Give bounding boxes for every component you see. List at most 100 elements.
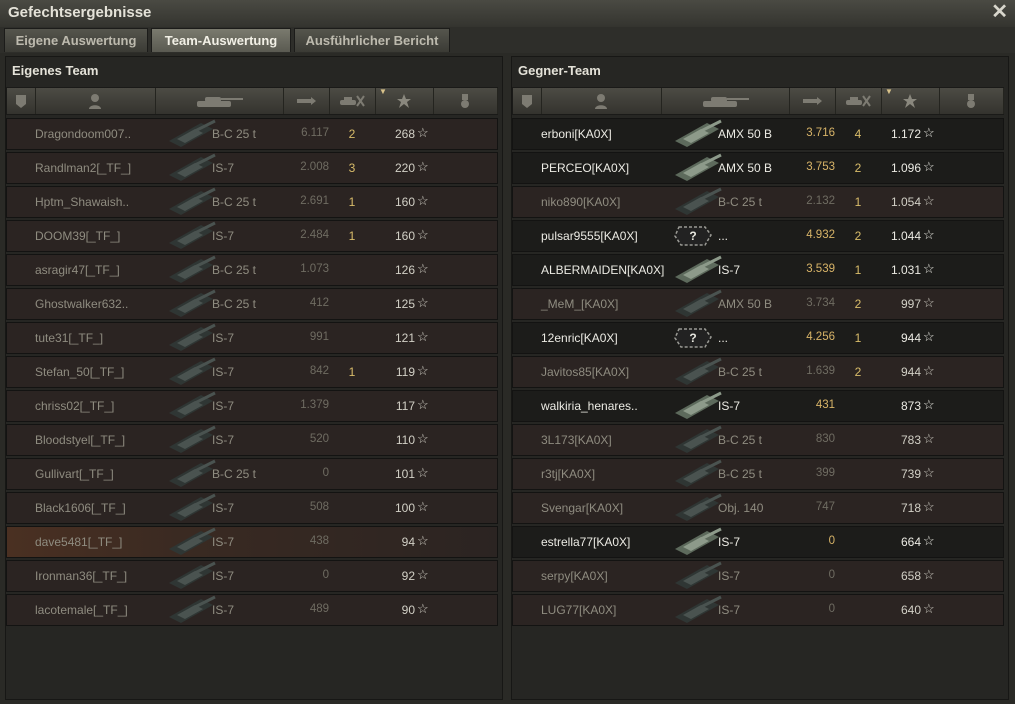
column-xp-star[interactable]: ▼: [881, 87, 940, 114]
sort-arrow-icon: ▼: [885, 87, 893, 96]
player-row[interactable]: 12enric[KA0X]?... 4.256 1 944 ☆: [512, 322, 1004, 354]
player-row[interactable]: Gullivart[_TF_] B-C 25 t 0 101 ☆: [6, 458, 498, 490]
player-row[interactable]: tute31[_TF_] IS-7 991 121 ☆: [6, 322, 498, 354]
player-row[interactable]: Bloodstyel[_TF_] IS-7 520 110 ☆: [6, 424, 498, 456]
xp-value: 90: [401, 603, 415, 617]
vehicle-name: IS-7: [718, 535, 741, 549]
player-name: DOOM39[_TF_]: [35, 229, 121, 243]
player-list: Dragondoom007.. B-C 25 t 6.117 2 268 ☆ Randlma…: [6, 118, 498, 628]
tank-icon: [671, 493, 723, 523]
player-row[interactable]: DOOM39[_TF_] IS-7 2.484 1 160 ☆: [6, 220, 498, 252]
player-name: LUG77[KA0X]: [541, 603, 617, 617]
column-player[interactable]: [541, 88, 662, 114]
tank-icon: [165, 323, 217, 353]
player-row[interactable]: asragir47[_TF_] B-C 25 t 1.073 126 ☆: [6, 254, 498, 286]
xp-value: 739: [900, 467, 921, 481]
player-row[interactable]: erboni[KA0X] AMX 50 B 3.716 4 1.172 ☆: [512, 118, 1004, 150]
kills-value: 1: [348, 229, 356, 243]
xp-value: 783: [900, 433, 921, 447]
player-name: 12enric[KA0X]: [541, 331, 618, 345]
xp-value: 944: [900, 331, 921, 345]
tab-team-auswertung[interactable]: Team-Auswertung: [151, 28, 291, 52]
panel-title: Eigenes Team: [12, 63, 99, 78]
column-vehicle[interactable]: [661, 88, 790, 114]
player-row[interactable]: Ghostwalker632.. B-C 25 t 412 125 ☆: [6, 288, 498, 320]
close-icon[interactable]: ✕: [991, 1, 1008, 23]
player-row[interactable]: Randlman2[_TF_] IS-7 2.008 3 220 ☆: [6, 152, 498, 184]
column-vehicle[interactable]: [155, 88, 284, 114]
player-row[interactable]: Stefan_50[_TF_] IS-7 842 1 119 ☆: [6, 356, 498, 388]
player-row[interactable]: chriss02[_TF_] IS-7 1.379 117 ☆: [6, 390, 498, 422]
vehicle-name: IS-7: [718, 263, 741, 277]
kills-value: 1: [854, 195, 862, 209]
player-row[interactable]: LUG77[KA0X] IS-7 0 640 ☆: [512, 594, 1004, 626]
player-row[interactable]: Svengar[KA0X] Obj. 140 747 718 ☆: [512, 492, 1004, 524]
star-icon: ☆: [923, 601, 935, 616]
vehicle-name: IS-7: [212, 569, 235, 583]
player-row[interactable]: Dragondoom007.. B-C 25 t 6.117 2 268 ☆: [6, 118, 498, 150]
star-icon: ☆: [923, 363, 935, 378]
star-icon: ☆: [417, 431, 429, 446]
tank-icon: [671, 391, 723, 421]
damage-value: 3.734: [806, 297, 835, 309]
column-xp-star[interactable]: ▼: [375, 87, 434, 114]
column-platoon[interactable]: [7, 88, 36, 114]
player-row[interactable]: estrella77[KA0X] IS-7 0 664 ☆: [512, 526, 1004, 558]
kills-value: 2: [854, 365, 862, 379]
vehicle-name: IS-7: [212, 501, 235, 515]
kills-value: 2: [854, 161, 862, 175]
xp-value: 997: [900, 297, 921, 311]
column-damage[interactable]: [789, 88, 836, 114]
player-row[interactable]: ALBERMAIDEN[KA0X] IS-7 3.539 1 1.031 ☆: [512, 254, 1004, 286]
vehicle-name: IS-7: [212, 365, 235, 379]
tank-icon: [165, 357, 217, 387]
tank-icon: [671, 187, 723, 217]
star-icon: ☆: [417, 159, 429, 174]
xp-value: 160: [394, 229, 415, 243]
column-damage[interactable]: [283, 88, 330, 114]
damage-value: 3.539: [806, 263, 835, 275]
player-row[interactable]: Javitos85[KA0X] B-C 25 t 1.639 2 944 ☆: [512, 356, 1004, 388]
tank-icon: [671, 459, 723, 489]
player-name: Javitos85[KA0X]: [541, 365, 630, 379]
player-row[interactable]: PERCEO[KA0X] AMX 50 B 3.753 2 1.096 ☆: [512, 152, 1004, 184]
tab-ausfuehrlicher-bericht[interactable]: Ausführlicher Bericht: [294, 28, 450, 52]
vehicle-name: B-C 25 t: [718, 365, 763, 379]
kills-value: 3: [348, 161, 356, 175]
xp-value: 1.044: [890, 229, 921, 243]
player-row[interactable]: serpy[KA0X] IS-7 0 658 ☆: [512, 560, 1004, 592]
kills-value: 4: [854, 127, 862, 141]
tank-icon: [165, 221, 217, 251]
player-row[interactable]: Ironman36[_TF_] IS-7 0 92 ☆: [6, 560, 498, 592]
player-row[interactable]: 3L173[KA0X] B-C 25 t 830 783 ☆: [512, 424, 1004, 456]
player-row[interactable]: lacotemale[_TF_] IS-7 489 90 ☆: [6, 594, 498, 626]
star-icon: ☆: [923, 567, 935, 582]
player-row[interactable]: Hptm_Shawaish.. B-C 25 t 2.691 1 160 ☆: [6, 186, 498, 218]
column-kills[interactable]: [835, 88, 882, 114]
unknown-vehicle-icon: ?: [671, 221, 723, 251]
tank-icon: [165, 459, 217, 489]
player-row[interactable]: r3tj[KA0X] B-C 25 t 399 739 ☆: [512, 458, 1004, 490]
kills-value: 2: [854, 229, 862, 243]
player-row[interactable]: pulsar9555[KA0X]?... 4.932 2 1.044 ☆: [512, 220, 1004, 252]
column-platoon[interactable]: [513, 88, 542, 114]
platoon-icon: [13, 93, 29, 109]
player-row[interactable]: dave5481[_TF_] IS-7 438 94 ☆: [6, 526, 498, 558]
player-name: niko890[KA0X]: [541, 195, 621, 209]
xp-value: 220: [394, 161, 415, 175]
player-row[interactable]: niko890[KA0X] B-C 25 t 2.132 1 1.054 ☆: [512, 186, 1004, 218]
player-name: Ironman36[_TF_]: [35, 569, 128, 583]
player-row[interactable]: Black1606[_TF_] IS-7 508 100 ☆: [6, 492, 498, 524]
player-row[interactable]: _MeM_[KA0X] AMX 50 B 3.734 2 997 ☆: [512, 288, 1004, 320]
column-kills[interactable]: [329, 88, 376, 114]
player-name: Hptm_Shawaish..: [35, 195, 130, 209]
column-player[interactable]: [35, 88, 156, 114]
tab-eigene-auswertung[interactable]: Eigene Auswertung: [4, 28, 148, 52]
tank-icon: [671, 425, 723, 455]
star-icon: ☆: [923, 125, 935, 140]
column-medal[interactable]: [939, 88, 1004, 114]
xp-value: 944: [900, 365, 921, 379]
column-medal[interactable]: [433, 88, 498, 114]
vehicle-name: IS-7: [212, 161, 235, 175]
player-row[interactable]: walkiria_henares.. IS-7 431 873 ☆: [512, 390, 1004, 422]
